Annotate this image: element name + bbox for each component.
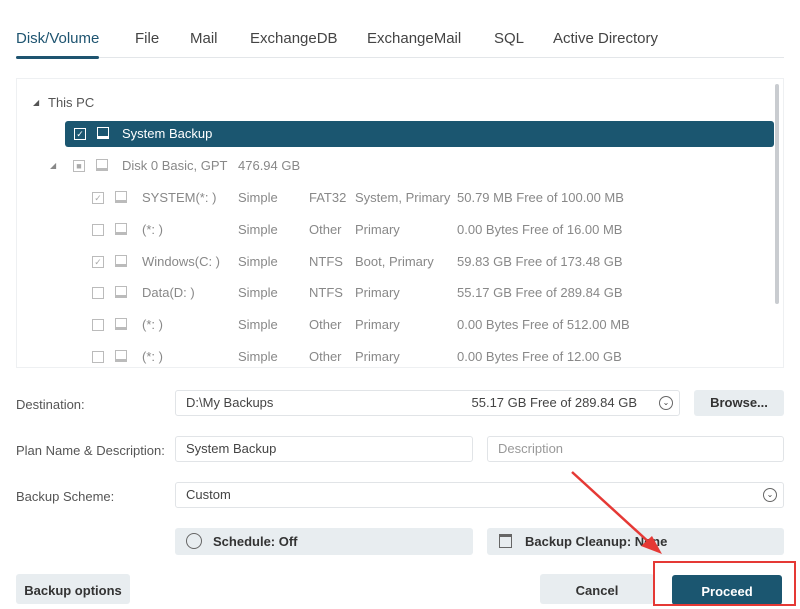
annotation-arrow-icon <box>571 471 662 554</box>
